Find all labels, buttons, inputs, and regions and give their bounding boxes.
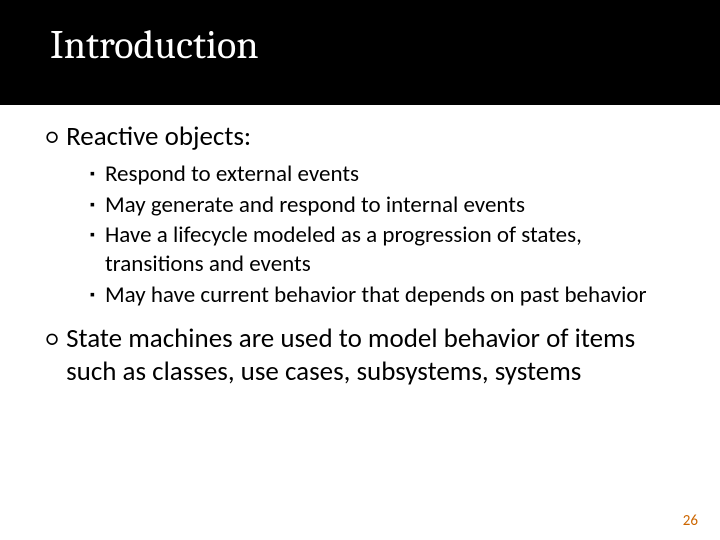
bullet-level1: ○ Reactive objects: <box>46 120 666 154</box>
bullet-text: Have a lifecycle modeled as a progressio… <box>105 221 650 279</box>
spacer <box>46 312 666 322</box>
bullet-level2: ▪ May have current behavior that depends… <box>90 281 650 310</box>
square-bullet-icon: ▪ <box>90 191 95 219</box>
slide-title: Introduction <box>50 22 720 68</box>
square-bullet-icon: ▪ <box>90 160 95 188</box>
slide-body: ○ Reactive objects: ▪ Respond to externa… <box>46 120 666 395</box>
circle-bullet-icon: ○ <box>46 322 58 355</box>
bullet-text: May generate and respond to internal eve… <box>105 191 525 220</box>
slide: Introduction ○ Reactive objects: ▪ Respo… <box>0 0 720 540</box>
bullet-level2: ▪ May generate and respond to internal e… <box>90 191 650 220</box>
circle-bullet-icon: ○ <box>46 120 58 153</box>
bullet-level2: ▪ Respond to external events <box>90 160 650 189</box>
square-bullet-icon: ▪ <box>90 221 95 249</box>
bullet-text: Reactive objects: <box>66 120 251 154</box>
bullet-text: Respond to external events <box>105 160 359 189</box>
bullet-level2: ▪ Have a lifecycle modeled as a progress… <box>90 221 650 279</box>
title-bar: Introduction <box>0 0 720 105</box>
bullet-level1: ○ State machines are used to model behav… <box>46 322 666 390</box>
page-number: 26 <box>683 512 698 530</box>
square-bullet-icon: ▪ <box>90 281 95 309</box>
bullet-text: State machines are used to model behavio… <box>66 322 666 390</box>
bullet-text: May have current behavior that depends o… <box>105 281 647 310</box>
